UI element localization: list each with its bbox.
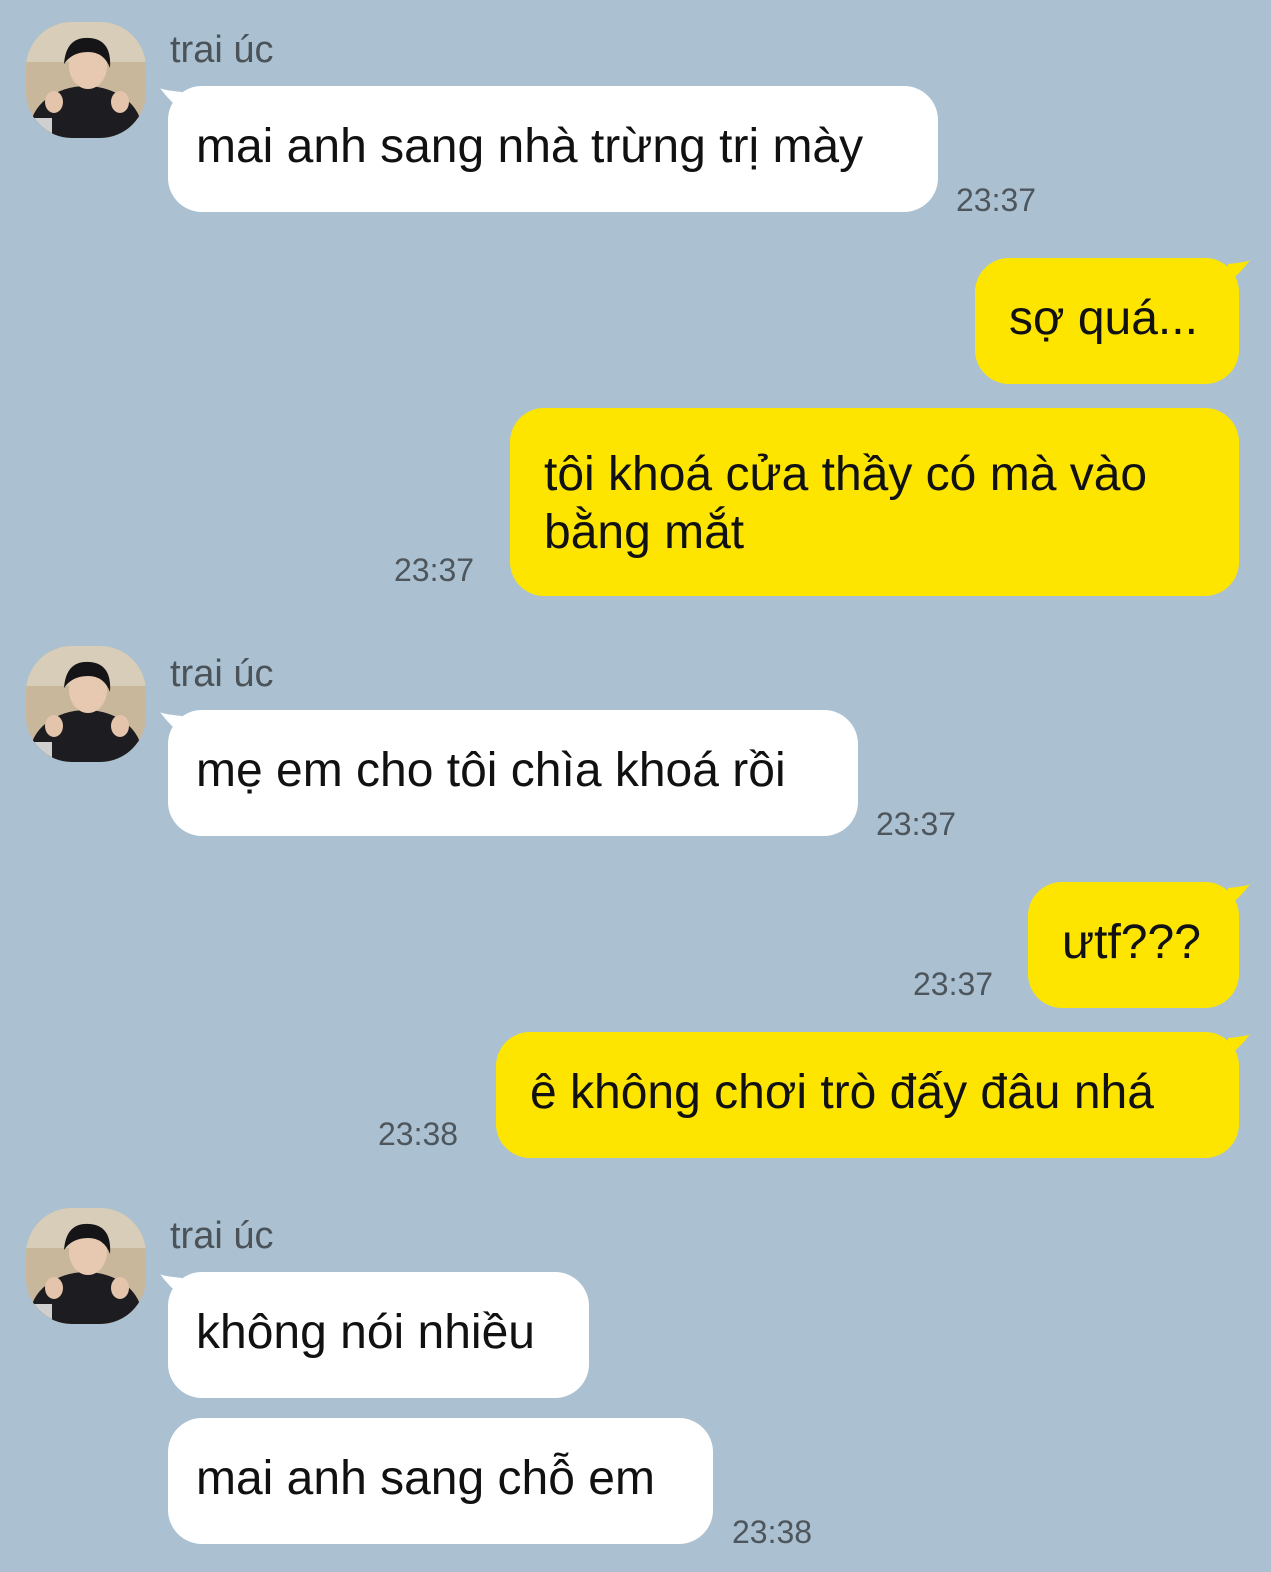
- message-bubble[interactable]: ưtf???: [1028, 882, 1239, 1008]
- message-bubble[interactable]: ê không chơi trò đấy đâu nhá: [496, 1032, 1239, 1158]
- sender-name: trai úc: [170, 29, 274, 71]
- message-bubble[interactable]: mẹ em cho tôi chìa khoá rồi: [168, 710, 858, 836]
- message-text: tôi khoá cửa thầy có mà vào bằng mắt: [544, 448, 1148, 559]
- avatar[interactable]: [26, 646, 146, 762]
- message-time: 23:37: [876, 806, 957, 842]
- message-time: 23:37: [913, 966, 994, 1002]
- message-text: sợ quá...: [1009, 292, 1198, 345]
- message-text: không nói nhiều: [196, 1306, 535, 1359]
- message-text: mai anh sang chỗ em: [196, 1452, 655, 1505]
- message-time: 23:38: [378, 1116, 459, 1152]
- message-bubble[interactable]: mai anh sang nhà trừng trị mày: [168, 86, 938, 212]
- sender-name: trai úc: [170, 1215, 274, 1257]
- message-bubble[interactable]: mai anh sang chỗ em: [168, 1418, 713, 1544]
- message-text: ê không chơi trò đấy đâu nhá: [530, 1066, 1154, 1119]
- message-text: mai anh sang nhà trừng trị mày: [196, 120, 864, 173]
- message-bubble[interactable]: không nói nhiều: [168, 1272, 589, 1398]
- message-bubble[interactable]: sợ quá...: [975, 258, 1239, 384]
- sender-name: trai úc: [170, 653, 274, 695]
- message-text: mẹ em cho tôi chìa khoá rồi: [196, 744, 786, 797]
- message-bubble[interactable]: tôi khoá cửa thầy có mà vào bằng mắt: [510, 408, 1239, 596]
- message-time: 23:38: [732, 1514, 813, 1550]
- avatar[interactable]: [26, 1208, 146, 1324]
- message-time: 23:37: [394, 552, 475, 588]
- message-time: 23:37: [956, 182, 1037, 218]
- message-text: ưtf???: [1062, 916, 1201, 969]
- avatar[interactable]: [26, 22, 146, 138]
